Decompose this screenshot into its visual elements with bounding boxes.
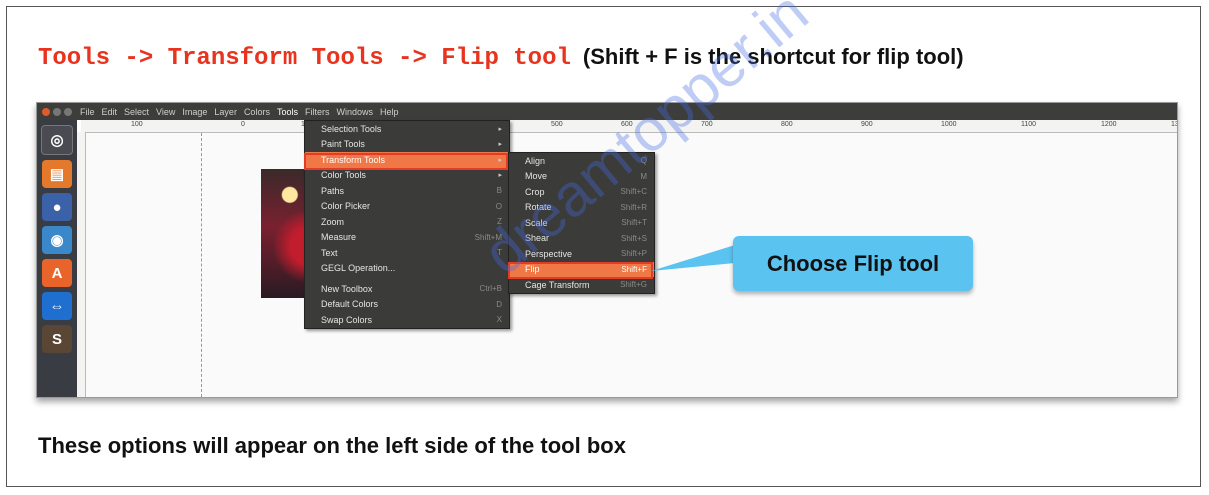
choose-flip-callout: Choose Flip tool: [733, 236, 973, 291]
menu-item-label: Selection Tools: [321, 123, 382, 134]
chevron-right-icon: ▸: [498, 156, 502, 164]
window-controls[interactable]: [42, 107, 72, 116]
software-center-icon[interactable]: A: [42, 259, 72, 287]
ruler-tick-label: 900: [861, 121, 873, 128]
chromium-icon[interactable]: ◉: [42, 226, 72, 254]
ruler-tick-label: 0: [241, 121, 245, 128]
tools-menu-item-text[interactable]: Text T: [305, 245, 509, 261]
tools-menu-item-new-toolbox[interactable]: New Toolbox Ctrl+B: [305, 281, 509, 297]
menubar-item-tools[interactable]: Tools: [277, 107, 298, 117]
tools-menu-item-swap-colors[interactable]: Swap Colors X: [305, 312, 509, 328]
menubar-item-view[interactable]: View: [156, 107, 175, 117]
menubar-item-image[interactable]: Image: [182, 107, 207, 117]
menu-item-label: Measure: [321, 232, 357, 243]
callout-pointer: [651, 245, 735, 271]
ruler-tick-label: 1300: [1171, 121, 1177, 128]
menu-item-shortcut: X: [496, 315, 502, 325]
menu-item-shortcut: Ctrl+B: [479, 284, 502, 294]
tools-menu-item-default-colors[interactable]: Default Colors D: [305, 297, 509, 313]
menubar-item-windows[interactable]: Windows: [336, 107, 373, 117]
menu-item-shortcut: B: [496, 186, 502, 196]
menu-item-label: Transform Tools: [321, 154, 386, 165]
footer-note: These options will appear on the left si…: [38, 433, 626, 458]
menu-item-shortcut: Shift+R: [620, 202, 647, 212]
menu-item-label: New Toolbox: [321, 283, 373, 294]
ruler-tick-label: 1000: [941, 121, 957, 128]
menu-item-shortcut: Shift+S: [620, 233, 647, 243]
tools-menu-item-paths[interactable]: Paths B: [305, 183, 509, 199]
tools-menu-item-transform-tools[interactable]: Transform Tools ▸: [305, 152, 509, 168]
menu-item-shortcut: D: [496, 299, 502, 309]
menu-path-text: Tools -> Transform Tools -> Flip tool: [38, 45, 571, 72]
menubar-item-layer[interactable]: Layer: [214, 107, 237, 117]
ruler-tick-label: 100: [131, 121, 143, 128]
canvas-boundary: [201, 133, 203, 397]
files-icon[interactable]: ▤: [42, 160, 72, 188]
close-icon[interactable]: [42, 107, 50, 116]
menu-item-label: Paths: [321, 185, 345, 196]
chevron-right-icon: ▸: [498, 141, 502, 149]
tools-menu-item-color-tools[interactable]: Color Tools ▸: [305, 168, 509, 184]
menu-item-shortcut: Shift+G: [620, 280, 647, 290]
vertical-ruler[interactable]: [77, 132, 86, 397]
unity-launcher: ◎ ▤ ● ◉ A ⇔ S: [37, 120, 77, 397]
menubar-item-colors[interactable]: Colors: [244, 107, 270, 117]
chevron-right-icon: ▸: [498, 125, 502, 133]
menu-item-label: Zoom: [321, 216, 345, 227]
menu-item-label: Text: [321, 247, 338, 258]
dash-icon[interactable]: ◎: [41, 125, 73, 155]
minimize-icon[interactable]: [53, 107, 61, 116]
menu-item-label: Cage Transform: [525, 279, 590, 290]
teamviewer-icon[interactable]: ⇔: [42, 292, 72, 320]
menubar-item-filters[interactable]: Filters: [305, 107, 330, 117]
transform-item-cage-transform[interactable]: Cage Transform Shift+G: [509, 277, 654, 293]
menu-item-label: Paint Tools: [321, 139, 365, 150]
tools-menu-item-color-picker[interactable]: Color Picker O: [305, 199, 509, 215]
menubar-item-file[interactable]: File: [80, 107, 95, 117]
menu-item-label: Default Colors: [321, 299, 379, 310]
tools-menu: Selection Tools ▸ Paint Tools ▸ Transform To…: [304, 120, 510, 329]
ruler-tick-label: 1200: [1101, 121, 1117, 128]
ruler-tick-label: 800: [781, 121, 793, 128]
tools-menu-item-paint-tools[interactable]: Paint Tools ▸: [305, 137, 509, 153]
sublime-icon[interactable]: S: [42, 325, 72, 353]
menu-item-shortcut: Shift+F: [621, 264, 647, 274]
maximize-icon[interactable]: [64, 107, 72, 116]
menu-item-label: Color Picker: [321, 201, 371, 212]
firefox-icon[interactable]: ●: [42, 193, 72, 221]
menu-item-label: Color Tools: [321, 170, 366, 181]
menu-item-label: GEGL Operation...: [321, 263, 396, 274]
ruler-tick-label: 500: [551, 121, 563, 128]
instruction-heading: Tools -> Transform Tools -> Flip tool (S…: [38, 44, 964, 72]
menubar-item-help[interactable]: Help: [380, 107, 399, 117]
chevron-right-icon: ▸: [498, 172, 502, 180]
menu-item-shortcut: Shift+P: [620, 249, 647, 259]
menubar-item-select[interactable]: Select: [124, 107, 149, 117]
menubar: File Edit Select View Image Layer Colors Tools F…: [37, 103, 1177, 120]
ruler-tick-label: 1100: [1021, 121, 1037, 128]
menu-item-label: Swap Colors: [321, 314, 373, 325]
menubar-item-edit[interactable]: Edit: [102, 107, 118, 117]
menu-item-label: Align: [525, 155, 546, 166]
menu-item-shortcut: Shift+T: [621, 218, 647, 228]
tools-menu-item-gegl-operation[interactable]: GEGL Operation...: [305, 261, 509, 277]
tools-menu-item-selection-tools[interactable]: Selection Tools ▸: [305, 121, 509, 137]
